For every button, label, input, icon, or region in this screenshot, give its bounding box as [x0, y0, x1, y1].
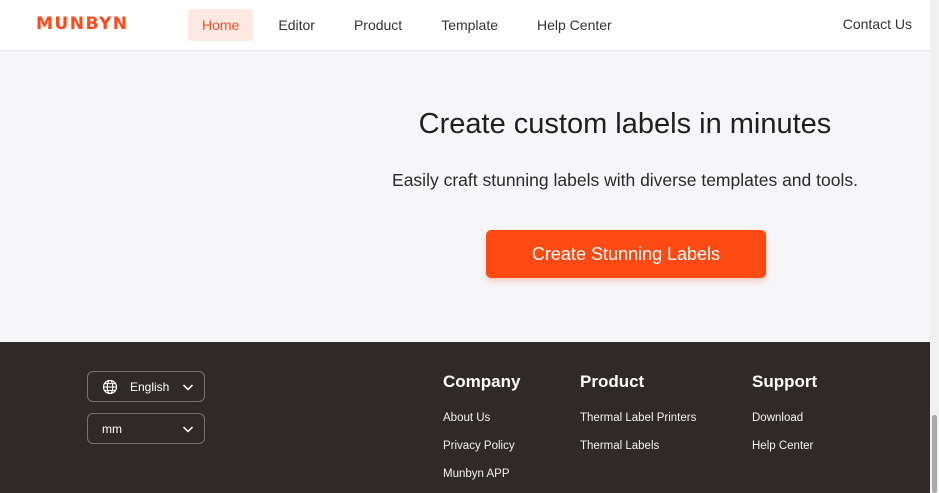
- footer-link-help-center[interactable]: Help Center: [752, 440, 817, 468]
- hero-title: Create custom labels in minutes: [418, 108, 832, 140]
- header: MUNBYN Home Editor Product Template Help…: [0, 0, 930, 51]
- contact-us-link[interactable]: Contact Us: [843, 16, 912, 32]
- nav-help-center[interactable]: Help Center: [523, 9, 626, 41]
- nav-product[interactable]: Product: [340, 9, 416, 41]
- chevron-down-icon: [182, 384, 194, 391]
- main-nav: Home Editor Product Template Help Center: [188, 9, 637, 41]
- footer-link-thermal-labels[interactable]: Thermal Labels: [580, 440, 696, 468]
- footer-column-support: Support Download Help Center: [752, 372, 817, 468]
- page: MUNBYN Home Editor Product Template Help…: [0, 0, 930, 493]
- page-scrollbar[interactable]: [930, 0, 939, 493]
- footer-column-company: Company About Us Privacy Policy Munbyn A…: [443, 372, 520, 493]
- scrollbar-thumb[interactable]: [932, 415, 937, 493]
- unit-value: mm: [102, 422, 122, 436]
- munbyn-logo[interactable]: MUNBYN: [36, 14, 129, 34]
- footer-heading-company: Company: [443, 372, 521, 391]
- hero-subtitle: Easily craft stunning labels with divers…: [392, 170, 858, 190]
- footer-link-munbyn-app[interactable]: Munbyn APP: [443, 468, 520, 493]
- footer-column-product: Product Thermal Label Printers Thermal L…: [580, 372, 696, 468]
- nav-template[interactable]: Template: [427, 9, 512, 41]
- footer-link-privacy-policy[interactable]: Privacy Policy: [443, 440, 520, 468]
- language-value: English: [130, 380, 170, 394]
- create-labels-button[interactable]: Create Stunning Labels: [486, 230, 766, 278]
- chevron-down-icon: [182, 426, 194, 433]
- footer-heading-support: Support: [752, 372, 818, 391]
- footer-link-download[interactable]: Download: [752, 412, 817, 440]
- nav-home[interactable]: Home: [188, 9, 254, 41]
- footer-link-about-us[interactable]: About Us: [443, 412, 520, 440]
- globe-icon: [102, 379, 118, 395]
- footer-link-thermal-label-printers[interactable]: Thermal Label Printers: [580, 412, 696, 440]
- language-select[interactable]: English: [87, 371, 205, 402]
- footer-heading-product: Product: [580, 372, 645, 391]
- nav-editor[interactable]: Editor: [264, 9, 329, 41]
- unit-select[interactable]: mm: [87, 413, 205, 444]
